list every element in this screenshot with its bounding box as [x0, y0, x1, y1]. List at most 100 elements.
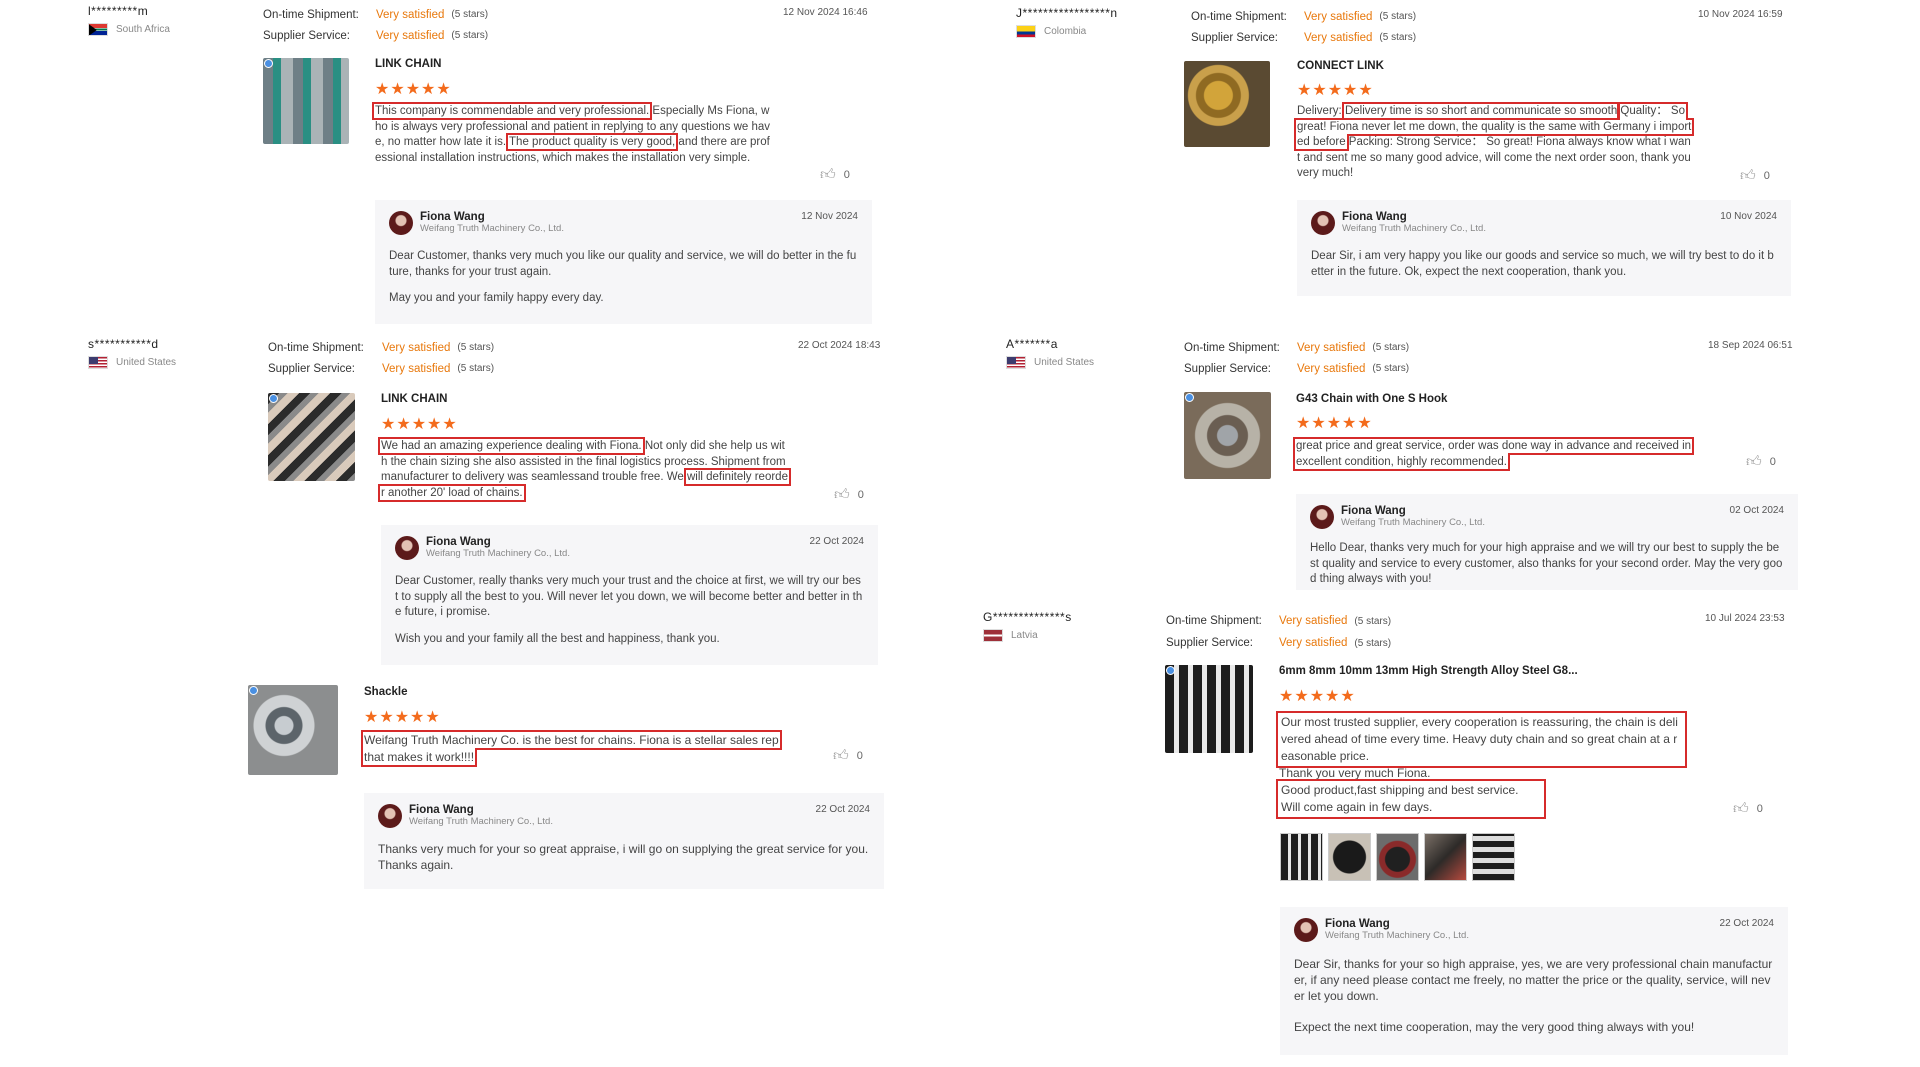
like-button[interactable]: 👍︎ 0 — [1733, 800, 1763, 818]
like-button[interactable]: 👍︎ 0 — [1740, 167, 1770, 185]
supplier-label: Supplier Service: — [263, 29, 350, 42]
reply-text-2: May you and your family happy every day. — [389, 292, 604, 304]
like-button[interactable]: 👍︎ 0 — [833, 747, 863, 765]
reviewer-info: l*********m South Africa — [88, 4, 258, 36]
ratings-summary: On-time Shipment: Very satisfied (5 stars)… — [263, 4, 488, 46]
country-name: Latvia — [1011, 630, 1038, 641]
like-count: 0 — [856, 750, 863, 762]
supplier-value: Very satisfied — [382, 362, 451, 375]
ontime-stars: (5 stars) — [1372, 342, 1410, 353]
country-name: United States — [116, 357, 177, 368]
ontime-value: Very satisfied — [376, 8, 445, 21]
ontime-stars: (5 stars) — [1354, 615, 1392, 627]
review-photo[interactable] — [1424, 833, 1467, 881]
product-thumbnail[interactable] — [268, 393, 355, 481]
review-photo[interactable] — [1280, 833, 1323, 881]
like-count: 0 — [857, 489, 864, 501]
reply-author: Fiona Wang — [1341, 505, 1406, 517]
ontime-label: On-time Shipment: — [1184, 341, 1280, 354]
thumbs-up-icon: 👍︎ — [1746, 453, 1762, 470]
ratings-summary: On-time Shipment: Very satisfied (5 stars)… — [1184, 337, 1409, 379]
product-title[interactable]: LINK CHAIN — [381, 393, 447, 405]
ontime-label: On-time Shipment: — [1191, 10, 1287, 23]
reply-header: Fiona Wang Weifang Truth Machinery Co., … — [395, 536, 864, 560]
rating-stars: ★★★★★ — [381, 416, 458, 433]
like-button[interactable]: 👍︎ 0 — [820, 166, 850, 184]
avatar — [1311, 211, 1335, 235]
reply-author: Fiona Wang — [1342, 211, 1407, 223]
thumbs-up-icon: 👍︎ — [1740, 167, 1756, 184]
highlighted-text: Our most trusted supplier, every coopera… — [1276, 711, 1687, 768]
reply-date: 22 Oct 2024 — [809, 536, 864, 547]
seller-reply: Fiona Wang Weifang Truth Machinery Co., … — [1280, 907, 1788, 1055]
review-date: 10 Nov 2024 16:59 — [1698, 9, 1783, 20]
product-title[interactable]: CONNECT LINK — [1297, 60, 1384, 72]
like-button[interactable]: 👍︎ 0 — [834, 486, 864, 504]
product-thumbnail[interactable] — [1165, 665, 1253, 753]
product-thumbnail[interactable] — [263, 58, 349, 144]
reply-header: Fiona Wang Weifang Truth Machinery Co., … — [378, 804, 870, 828]
reply-author: Fiona Wang — [1325, 918, 1390, 930]
us-flag-icon — [88, 356, 108, 369]
comment-text: Good product,fast shipping and best serv… — [1281, 783, 1519, 797]
supplier-value: Very satisfied — [376, 29, 445, 42]
thumbs-up-icon: 👍︎ — [1733, 800, 1749, 817]
reply-company: Weifang Truth Machinery Co., Ltd. — [426, 548, 570, 559]
thumbs-up-icon: 👍︎ — [834, 486, 850, 503]
review-photo[interactable] — [1376, 833, 1419, 881]
ontime-stars: (5 stars) — [1379, 11, 1417, 22]
reply-author: Fiona Wang — [426, 536, 491, 548]
product-title[interactable]: LINK CHAIN — [375, 58, 441, 70]
review-photo[interactable] — [1472, 833, 1515, 881]
country-name: Colombia — [1044, 26, 1087, 37]
product-thumbnail[interactable] — [248, 685, 338, 775]
product-thumbnail[interactable] — [1184, 392, 1271, 479]
rating-stars: ★★★★★ — [1297, 82, 1374, 99]
review-date: 10 Jul 2024 23:53 — [1705, 613, 1785, 624]
product-thumbnail[interactable] — [1184, 61, 1270, 147]
seller-reply: Fiona Wang Weifang Truth Machinery Co., … — [1297, 200, 1791, 296]
ratings-summary: On-time Shipment: Very satisfied (5 stars)… — [1166, 610, 1391, 654]
like-count: 0 — [1756, 803, 1763, 815]
reviewer-name: A*******a — [1006, 337, 1058, 351]
thumbs-up-icon: 👍︎ — [833, 747, 849, 764]
like-button[interactable]: 👍︎ 0 — [1746, 453, 1776, 471]
review-photo[interactable] — [1328, 833, 1371, 881]
avatar — [1294, 918, 1318, 942]
rating-stars: ★★★★★ — [1296, 415, 1373, 432]
review-card: Shackle ★★★★★ Weifang Truth Machinery Co… — [248, 685, 898, 895]
highlighted-text: This company is commendable and very pro… — [371, 102, 653, 120]
product-title[interactable]: 6mm 8mm 10mm 13mm High Strength Alloy St… — [1279, 665, 1578, 677]
ontime-value: Very satisfied — [1297, 341, 1366, 354]
ontime-stars: (5 stars) — [457, 342, 495, 353]
seller-reply: Fiona Wang Weifang Truth Machinery Co., … — [381, 525, 878, 665]
review-comment: Weifang Truth Machinery Co. is the best … — [361, 730, 782, 767]
highlighted-text: The product quality is very good, — [506, 133, 679, 151]
rating-stars: ★★★★★ — [1279, 688, 1356, 705]
reviewer-country: South Africa — [88, 23, 258, 36]
ratings-summary: On-time Shipment: Very satisfied (5 stars)… — [1191, 6, 1416, 48]
comment-text: Will come again in few days. — [1281, 800, 1433, 814]
reply-text: Dear Customer, thanks very much you like… — [389, 250, 857, 278]
ontime-value: Very satisfied — [382, 341, 451, 354]
ontime-value: Very satisfied — [1304, 10, 1373, 23]
seller-reply: Fiona Wang Weifang Truth Machinery Co., … — [1296, 494, 1798, 590]
review-card: J*****************n Colombia On-time Shi… — [1016, 6, 1816, 296]
product-title[interactable]: G43 Chain with One S Hook — [1296, 393, 1447, 405]
verified-icon — [249, 686, 258, 695]
reply-company: Weifang Truth Machinery Co., Ltd. — [409, 816, 553, 827]
reply-text: Dear Sir, i am very happy you like our g… — [1311, 250, 1774, 278]
reply-company: Weifang Truth Machinery Co., Ltd. — [1341, 517, 1485, 528]
reply-date: 22 Oct 2024 — [1719, 918, 1774, 929]
supplier-value: Very satisfied — [1297, 362, 1366, 375]
comment-text: Delivery: — [1297, 105, 1345, 117]
reply-header: Fiona Wang Weifang Truth Machinery Co., … — [389, 211, 858, 235]
reply-header: Fiona Wang Weifang Truth Machinery Co., … — [1310, 505, 1784, 529]
product-title[interactable]: Shackle — [364, 686, 407, 698]
reply-header: Fiona Wang Weifang Truth Machinery Co., … — [1311, 211, 1777, 235]
country-name: United States — [1034, 357, 1095, 368]
review-comment: This company is commendable and very pro… — [371, 102, 775, 166]
supplier-stars: (5 stars) — [1379, 32, 1417, 43]
reply-text: Hello Dear, thanks very much for your hi… — [1310, 542, 1783, 585]
highlighted-text: Delivery time is so short and communicat… — [1341, 102, 1621, 120]
